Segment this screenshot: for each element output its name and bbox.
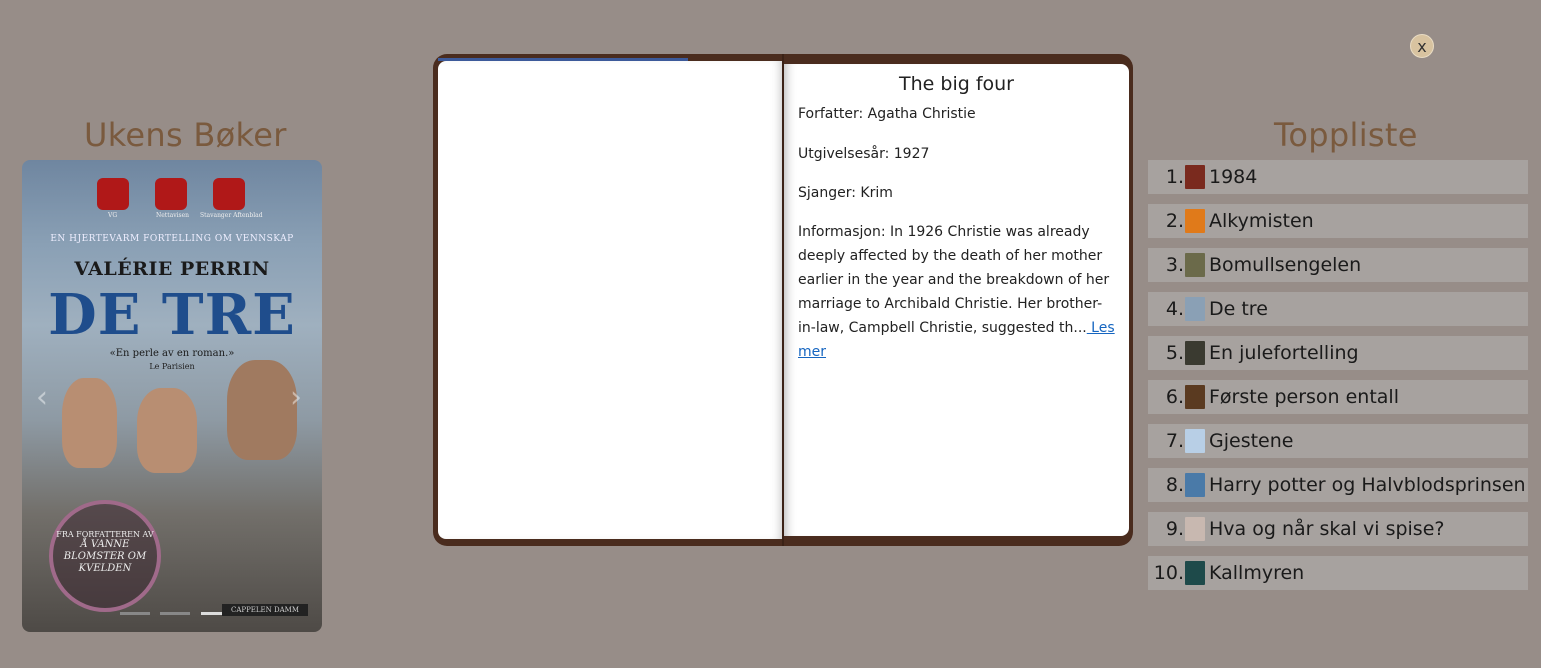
book-thumbnail-icon — [1185, 209, 1205, 233]
book-thumbnail-icon — [1185, 385, 1205, 409]
toppliste-heading: Toppliste — [1274, 116, 1418, 155]
toppliste-rank: 5. — [1165, 342, 1184, 364]
toppliste-item[interactable]: 10. Kallmyren — [1148, 556, 1528, 590]
toppliste-rank: 9. — [1165, 518, 1184, 540]
toppliste-item[interactable]: 9. Hva og når skal vi spise? — [1148, 512, 1528, 546]
toppliste-title: 1984 — [1209, 166, 1258, 188]
description-text: Informasjon: In 1926 Christie was alread… — [798, 224, 1110, 336]
toppliste-title: Hva og når skal vi spise? — [1209, 518, 1445, 540]
toppliste-rank: 2. — [1165, 210, 1184, 232]
ukens-boker-heading: Ukens Bøker — [84, 116, 287, 155]
book-thumbnail-icon — [1185, 517, 1205, 541]
toppliste-item[interactable]: 2. Alkymisten — [1148, 204, 1528, 238]
cover-tagline: EN HJERTEVARM FORTELLING OM VENNSKAP — [50, 234, 294, 244]
cover-figure — [137, 388, 197, 473]
toppliste-rank: 8. — [1165, 474, 1184, 496]
cover-author: VALÉRIE PERRIN — [74, 258, 270, 280]
carousel-indicator[interactable] — [160, 612, 191, 615]
cover-figure — [227, 360, 297, 460]
toppliste-item[interactable]: 8. Harry potter og Halvblodsprinsen — [1148, 468, 1528, 502]
book-carousel[interactable]: VG Nettavisen Stavanger Aftenblad EN HJE… — [22, 160, 322, 632]
toppliste-item[interactable]: 4. De tre — [1148, 292, 1528, 326]
page-edge — [438, 58, 688, 61]
book-author: Forfatter: Agatha Christie — [798, 106, 976, 122]
dice-label: Nettavisen — [156, 212, 190, 219]
dice-label: VG — [108, 212, 118, 219]
book-left-page — [438, 58, 783, 539]
book-thumbnail-icon — [1185, 165, 1205, 189]
carousel-indicators — [120, 602, 237, 620]
book-year: Utgivelsesår: 1927 — [798, 146, 930, 162]
chevron-left-icon[interactable]: ‹ — [36, 380, 48, 415]
badge-top-text: FRA FORFATTEREN AV — [56, 530, 154, 539]
toppliste-item[interactable]: 6. Første person entall — [1148, 380, 1528, 414]
cover-title: DE TRE — [48, 282, 296, 348]
toppliste-rank: 3. — [1165, 254, 1184, 276]
toppliste: 1. 1984 2. Alkymisten 3. Bomullsengelen 4. De t… — [1148, 160, 1528, 600]
book-thumbnail-icon — [1185, 473, 1205, 497]
toppliste-rank: 6. — [1165, 386, 1184, 408]
toppliste-title: Alkymisten — [1209, 210, 1314, 232]
toppliste-title: Bomullsengelen — [1209, 254, 1362, 276]
toppliste-item[interactable]: 1. 1984 — [1148, 160, 1528, 194]
toppliste-rank: 10. — [1153, 562, 1184, 584]
toppliste-title: En julefortelling — [1209, 342, 1359, 364]
book-thumbnail-icon — [1185, 341, 1205, 365]
toppliste-title: Gjestene — [1209, 430, 1294, 452]
toppliste-title: Første person entall — [1209, 386, 1399, 408]
dice-label: Stavanger Aftenblad — [200, 212, 263, 219]
toppliste-item[interactable]: 3. Bomullsengelen — [1148, 248, 1528, 282]
toppliste-rank: 1. — [1165, 166, 1184, 188]
carousel-indicator[interactable] — [120, 612, 150, 615]
toppliste-item[interactable]: 5. En julefortelling — [1148, 336, 1528, 370]
toppliste-rank: 4. — [1165, 298, 1184, 320]
book-thumbnail-icon — [1185, 561, 1205, 585]
cover-figure — [62, 378, 117, 468]
cover-quote: «En perle av en roman.» — [109, 348, 235, 359]
cover-publisher: CAPPELEN DAMM — [222, 604, 308, 616]
book-modal: The big four Forfatter: Agatha Christie … — [433, 54, 1133, 546]
badge-title-text: Å VANNE BLOMSTER OM KVELDEN — [63, 539, 147, 574]
book-thumbnail-icon — [1185, 429, 1205, 453]
toppliste-title: Kallmyren — [1209, 562, 1305, 584]
cover-badge: FRA FORFATTEREN AV Å VANNE BLOMSTER OM K… — [49, 500, 161, 612]
book-description: Informasjon: In 1926 Christie was alread… — [798, 220, 1118, 364]
dice-icon — [213, 178, 245, 210]
dice-icon — [155, 178, 187, 210]
book-thumbnail-icon — [1185, 253, 1205, 277]
book-thumbnail-icon — [1185, 297, 1205, 321]
toppliste-title: Harry potter og Halvblodsprinsen — [1209, 474, 1526, 496]
toppliste-title: De tre — [1209, 298, 1268, 320]
book-right-page: The big four Forfatter: Agatha Christie … — [784, 64, 1129, 536]
close-button[interactable]: x — [1410, 34, 1434, 58]
book-genre: Sjanger: Krim — [798, 185, 893, 201]
toppliste-item[interactable]: 7. Gjestene — [1148, 424, 1528, 458]
book-title: The big four — [899, 73, 1014, 95]
dice-icon — [97, 178, 129, 210]
chevron-right-icon[interactable]: › — [290, 380, 302, 415]
toppliste-rank: 7. — [1165, 430, 1184, 452]
